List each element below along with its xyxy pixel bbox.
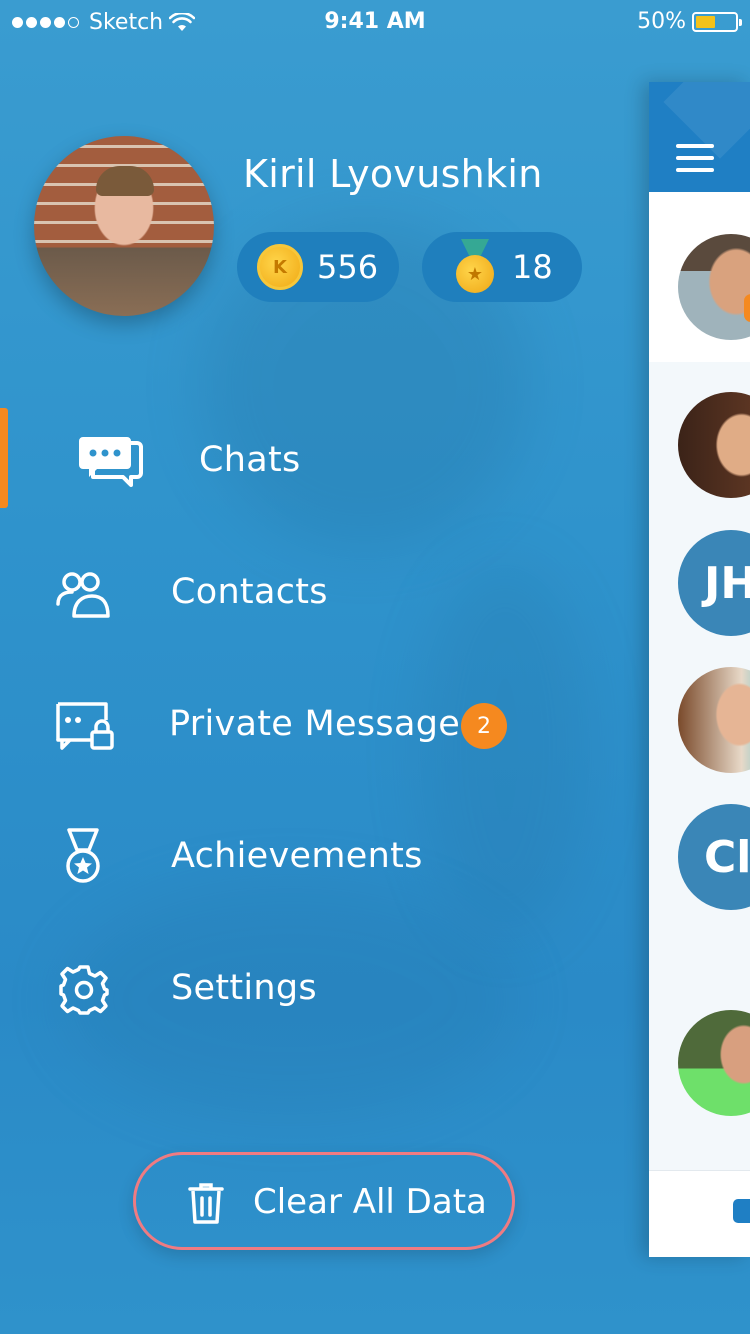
medal-icon — [51, 824, 115, 888]
menu-item-private-message[interactable]: Private Message 2 — [0, 686, 640, 766]
status-right: 50% — [637, 9, 742, 34]
panel-tab-bar — [649, 1170, 750, 1257]
menu-label-contacts: Contacts — [171, 572, 328, 612]
medals-pill[interactable]: ★ 18 — [422, 232, 582, 302]
menu-item-settings[interactable]: Settings — [0, 950, 640, 1030]
battery-percent: 50% — [637, 9, 686, 34]
medal-icon: ★ — [452, 239, 498, 295]
coins-pill[interactable]: K 556 — [237, 232, 399, 302]
chat-avatar[interactable] — [678, 392, 750, 498]
menu-item-contacts[interactable]: Contacts — [0, 554, 640, 634]
menu-label-private-message: Private Message — [169, 704, 461, 744]
menu-item-chats[interactable]: Chats — [0, 422, 640, 502]
coins-count: 556 — [317, 248, 379, 286]
status-indicator — [744, 294, 750, 322]
status-bar: Sketch 9:41 AM 50% — [0, 0, 750, 40]
menu-label-chats: Chats — [199, 440, 301, 480]
gear-icon — [52, 958, 116, 1022]
clear-all-data-label: Clear All Data — [253, 1182, 487, 1222]
panel-header — [649, 82, 750, 192]
chat-avatar-initials[interactable]: Cl — [678, 804, 750, 910]
hamburger-menu-icon[interactable] — [676, 144, 714, 180]
chat-avatar[interactable] — [678, 667, 750, 773]
menu-item-achievements[interactable]: Achievements — [0, 818, 640, 898]
chat-tab-icon[interactable] — [733, 1199, 750, 1223]
coin-icon: K — [257, 244, 303, 290]
battery-icon — [692, 11, 742, 32]
clear-all-data-button[interactable]: Clear All Data — [133, 1152, 515, 1250]
unread-badge: 2 — [461, 703, 507, 749]
profile-name: Kiril Lyovushkin — [243, 152, 543, 196]
chat-bubbles-icon — [79, 430, 143, 494]
medals-count: 18 — [512, 248, 553, 286]
menu-label-settings: Settings — [171, 968, 317, 1008]
menu-label-achievements: Achievements — [171, 836, 423, 876]
chats-screen-panel[interactable]: JH Cl — [649, 82, 750, 1257]
chat-avatar[interactable] — [678, 1010, 750, 1116]
private-message-icon — [52, 694, 116, 758]
avatar[interactable] — [34, 136, 214, 316]
chat-avatar-initials[interactable]: JH — [678, 530, 750, 636]
trash-icon — [188, 1183, 224, 1224]
contacts-icon — [50, 562, 114, 626]
